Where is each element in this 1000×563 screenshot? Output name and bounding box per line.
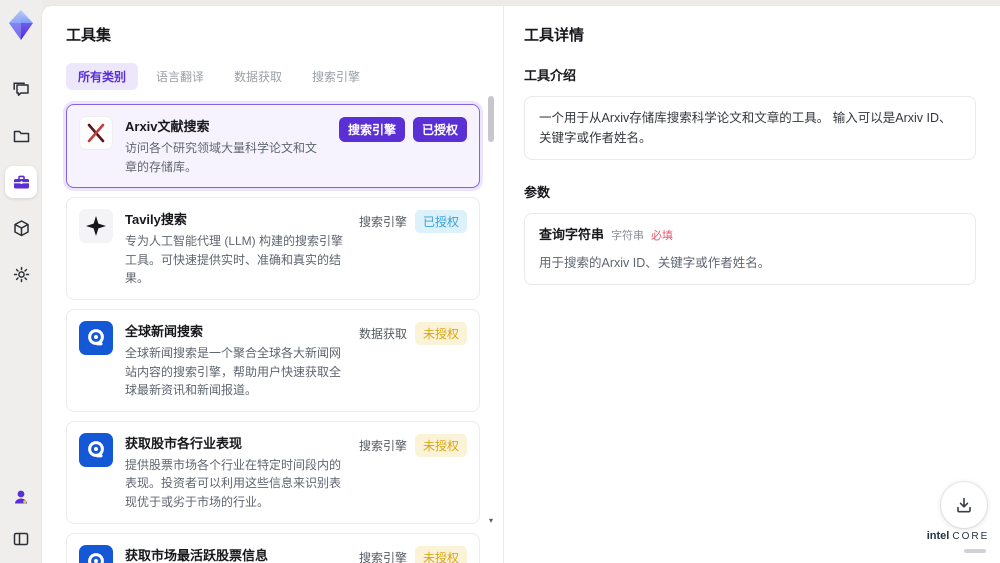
tool-category-tag: 数据获取 [358,326,407,341]
param-type: 字符串 [611,230,645,242]
star-tool-icon [79,209,113,244]
tool-name: 获取股市各行业表现 [125,435,243,451]
main-surface: 工具集 所有类别 语言翻译 数据获取 搜索引擎 Arxiv文献搜索 访问各个研究领域大量… [42,6,1000,563]
page-title: 工具集 [66,27,112,44]
intro-text: 一个用于从Arxiv存储库搜索科学论文和文章的工具。 输入可以是Arxiv ID… [539,111,952,145]
detail-title: 工具详情 [524,27,585,44]
cube-icon [13,219,29,236]
news-tool-icon [79,320,113,355]
app-root: 工具集 所有类别 语言翻译 数据获取 搜索引擎 Arxiv文献搜索 访问各个研究领域大量… [0,0,1000,563]
sidebar-item-collapse[interactable] [5,523,37,555]
sidebar-item-packages[interactable] [5,212,37,244]
tool-category-tag: 搜索引擎 [358,215,407,230]
sidebar-rail [0,0,42,563]
param-desc: 用于搜索的Arxiv ID、关键字或作者姓名。 [539,255,771,270]
intel-core-logo: intel CORE [922,528,994,557]
tool-list-item[interactable]: 获取股市各行业表现提供股票市场各个行业在特定时间段内的表现。投资者可以利用这些信… [66,420,480,524]
sidebar-item-tools[interactable] [5,166,37,198]
tool-name: 全球新闻搜索 [125,323,204,339]
tool-name: Arxiv文献搜索 [125,119,210,134]
intro-box: 一个用于从Arxiv存储库搜索科学论文和文章的工具。 输入可以是Arxiv ID… [524,96,976,160]
brand-intel-text: intel [926,530,950,542]
tool-desc: 全球新闻搜索是一个聚合全球各大新闻网站内容的搜索引擎，帮助用户快速获取全球最新资… [125,345,342,398]
gear-icon [13,266,29,282]
tool-status-badge: 未授权 [414,433,467,457]
chat-icon [12,81,29,96]
folder-icon [13,130,29,142]
intro-heading: 工具介绍 [524,68,577,83]
tool-category-tag: 搜索引擎 [358,438,407,453]
app-logo-icon [9,10,33,40]
param-box: 查询字符串 字符串 必填 用于搜索的Arxiv ID、关键字或作者姓名。 [524,213,976,285]
sidebar-item-chat[interactable] [5,74,37,106]
scrollbar-caret-icon[interactable]: ▾ [487,516,495,525]
news-tool-icon [79,432,113,467]
tool-category-tag: 搜索引擎 [338,117,405,142]
tab-0[interactable]: 所有类别 [66,63,139,90]
tool-list-item[interactable]: 全球新闻搜索全球新闻搜索是一个聚合全球各大新闻网站内容的搜索引擎，帮助用户快速获… [66,308,480,412]
tool-list-item[interactable]: 获取市场最活跃股票信息提供当天交易量最高的股票列表。投资者可以利用这些信息来识别… [66,532,480,563]
download-icon [957,497,971,513]
tool-desc: 提供股票市场各个行业在特定时间段内的表现。投资者可以利用这些信息来识别表现优于或… [125,457,342,509]
tool-desc: 专为人工智能代理 (LLM) 构建的搜索引擎工具。可快速提供实时、准确和真实的结… [125,234,344,286]
list-scrollbar[interactable]: ▾ [487,78,495,557]
panel-icon [13,532,29,546]
brand-core-text: CORE [952,531,990,542]
briefcase-icon [13,175,29,188]
tool-list: Arxiv文献搜索 访问各个研究领域大量科学论文和文章的存储库。 搜索引擎 已授权 T… [66,104,480,563]
tool-status-badge: 未授权 [414,321,467,345]
tool-detail-pane: 工具详情 工具介绍 一个用于从Arxiv存储库搜索科学论文和文章的工具。 输入可… [503,6,1000,563]
brand-sub-badge [964,549,986,554]
param-required-label: 必填 [651,230,674,242]
tool-status-badge: 未授权 [414,545,467,563]
news-tool-icon [79,544,113,563]
user-icon [15,490,27,504]
tool-list-item[interactable]: Tavily搜索专为人工智能代理 (LLM) 构建的搜索引擎工具。可快速提供实时… [66,197,480,300]
tab-2[interactable]: 数据获取 [222,63,294,90]
sidebar-item-settings[interactable] [5,258,37,290]
tool-status-badge: 已授权 [414,210,467,234]
arxiv-tool-icon [79,116,113,150]
tab-3[interactable]: 搜索引擎 [300,63,372,90]
sidebar-item-files[interactable] [5,120,37,152]
params-heading: 参数 [524,185,551,200]
tool-list-item[interactable]: Arxiv文献搜索访问各个研究领域大量科学论文和文章的存储库。 搜索引擎 已授权 [66,104,480,189]
sidebar-item-profile[interactable] [5,481,37,513]
tool-desc: 访问各个研究领域大量科学论文和文章的存储库。 [125,141,318,174]
tool-name: 获取市场最活跃股票信息 [125,547,269,563]
tool-category-tag: 搜索引擎 [358,550,407,563]
download-button[interactable] [941,482,987,528]
tool-name: Tavily搜索 [125,212,187,228]
scrollbar-thumb[interactable] [488,96,494,142]
tool-list-pane: 工具集 所有类别 语言翻译 数据获取 搜索引擎 Arxiv文献搜索 访问各个研究领域大量… [42,6,503,563]
param-name: 查询字符串 [539,227,605,242]
param-meta-row: 查询字符串 字符串 必填 [539,225,961,246]
tab-1[interactable]: 语言翻译 [144,63,216,90]
category-tabs: 所有类别 语言翻译 数据获取 搜索引擎 [66,63,503,90]
tool-status-badge: 已授权 [412,117,467,142]
